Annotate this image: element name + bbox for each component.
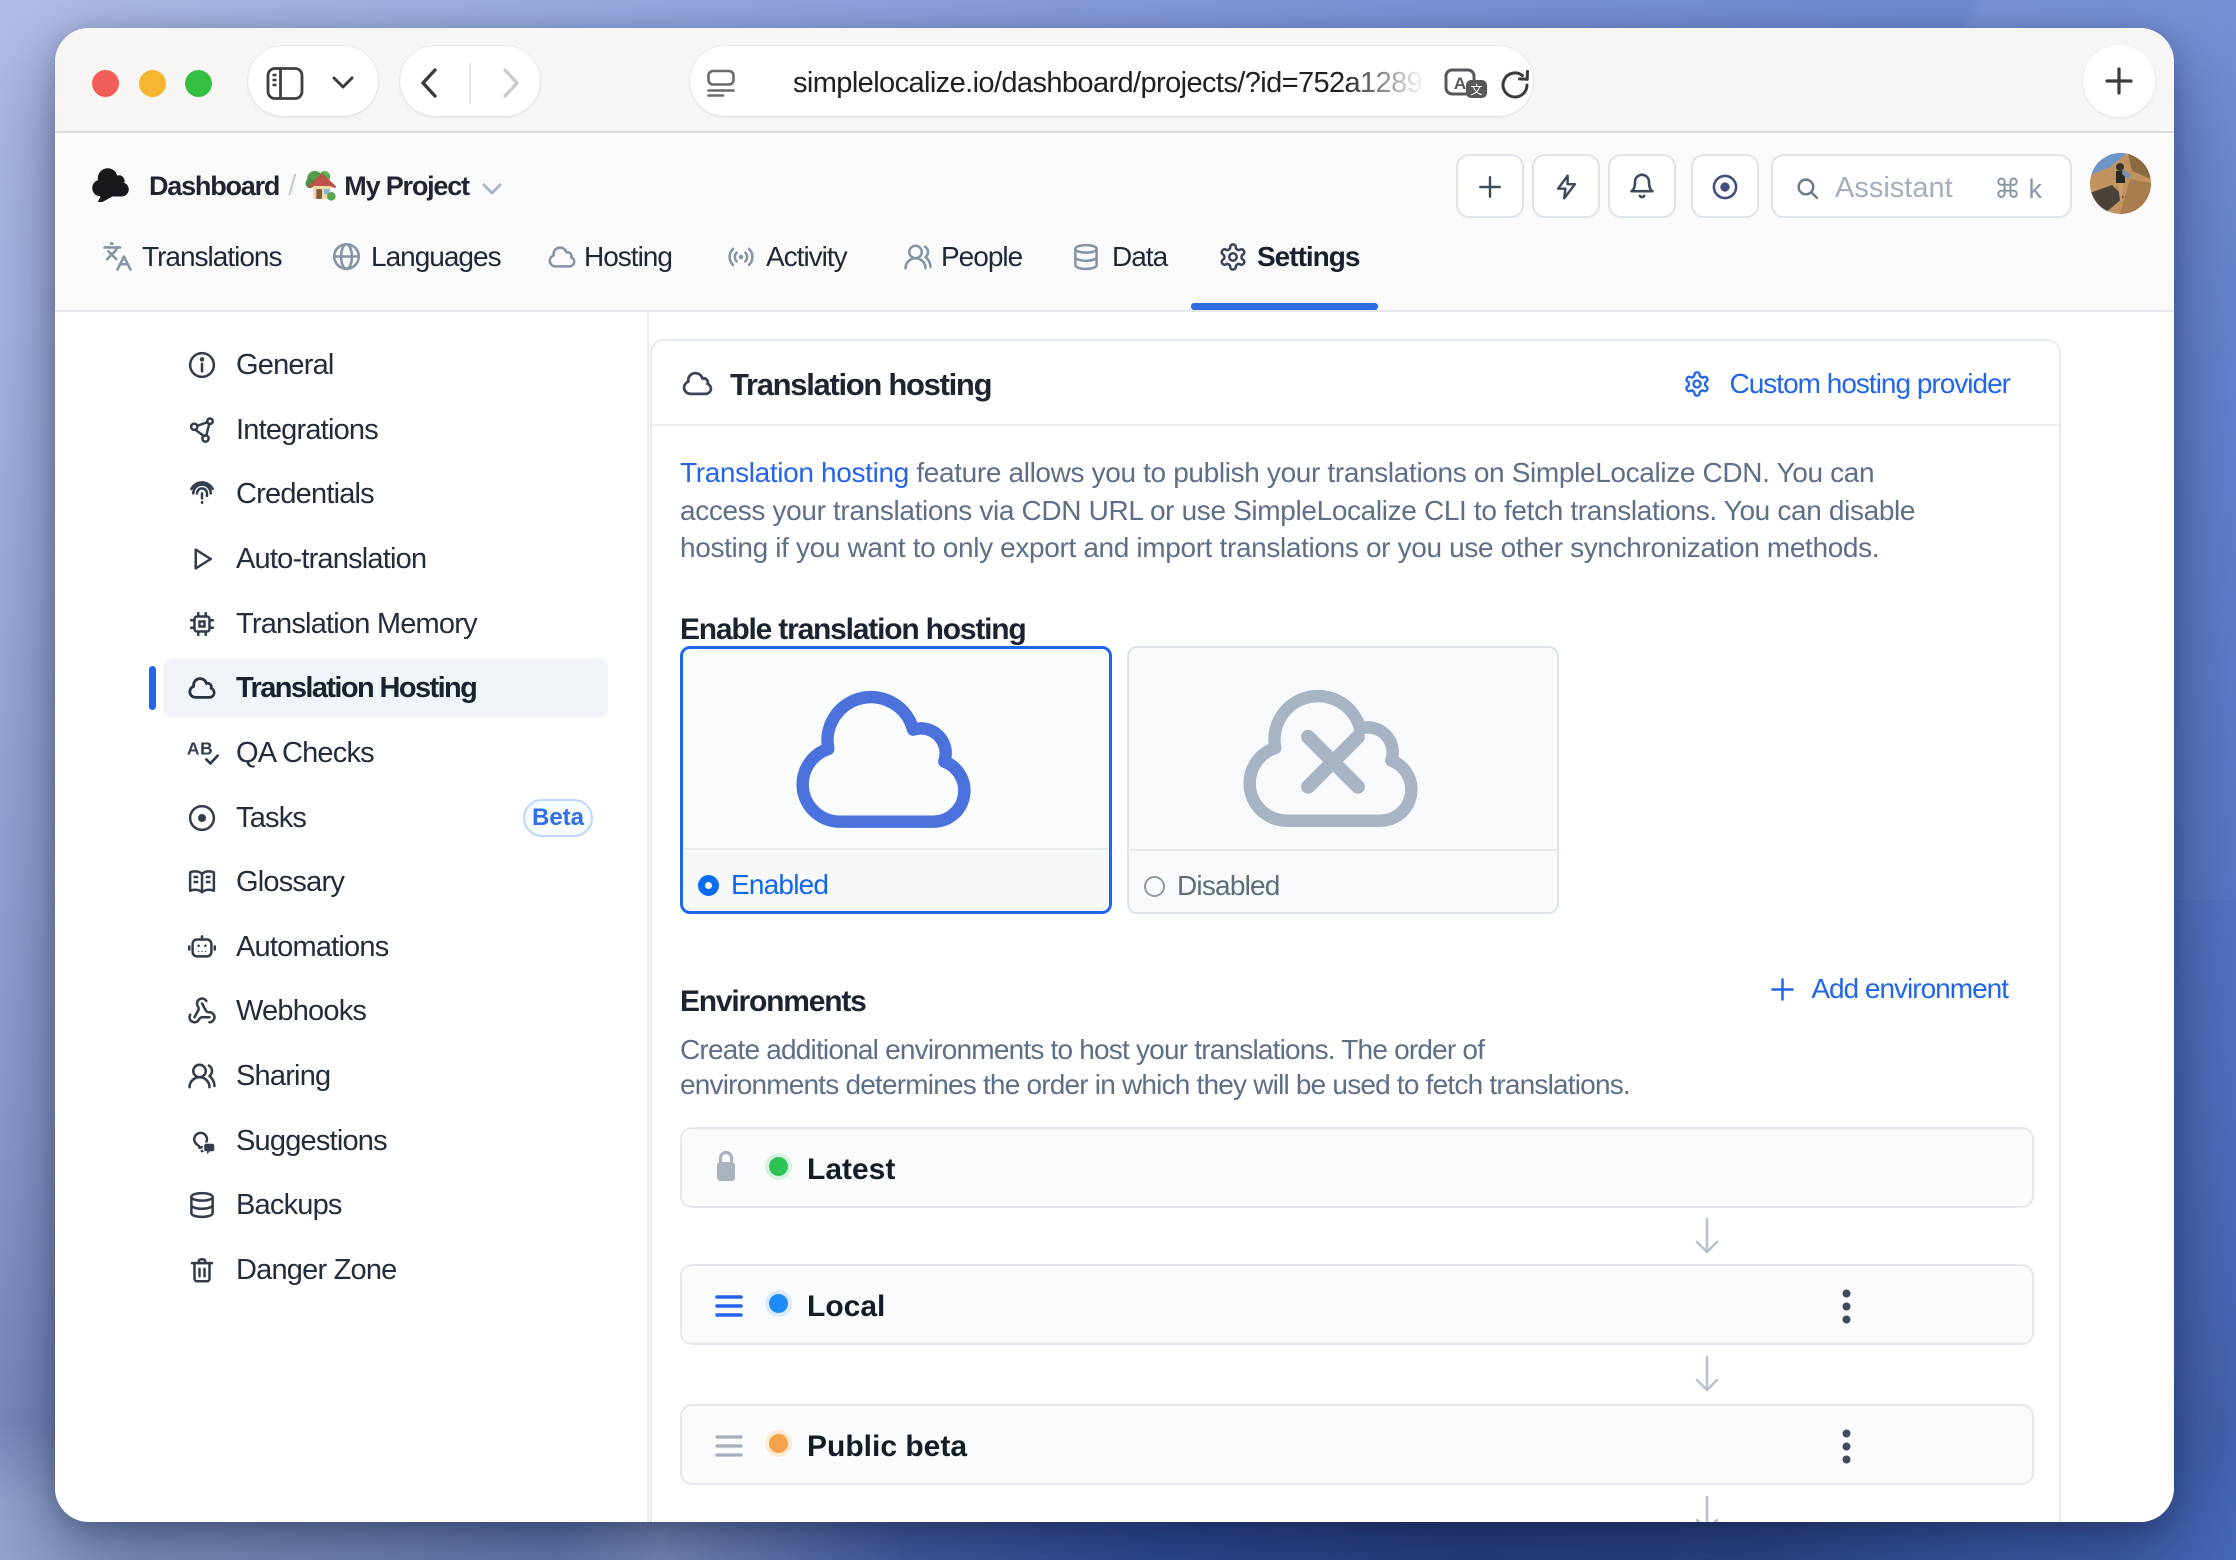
svg-text:A: A xyxy=(1454,74,1466,93)
svg-text:文: 文 xyxy=(1470,82,1482,97)
svg-text:AB: AB xyxy=(187,738,213,758)
